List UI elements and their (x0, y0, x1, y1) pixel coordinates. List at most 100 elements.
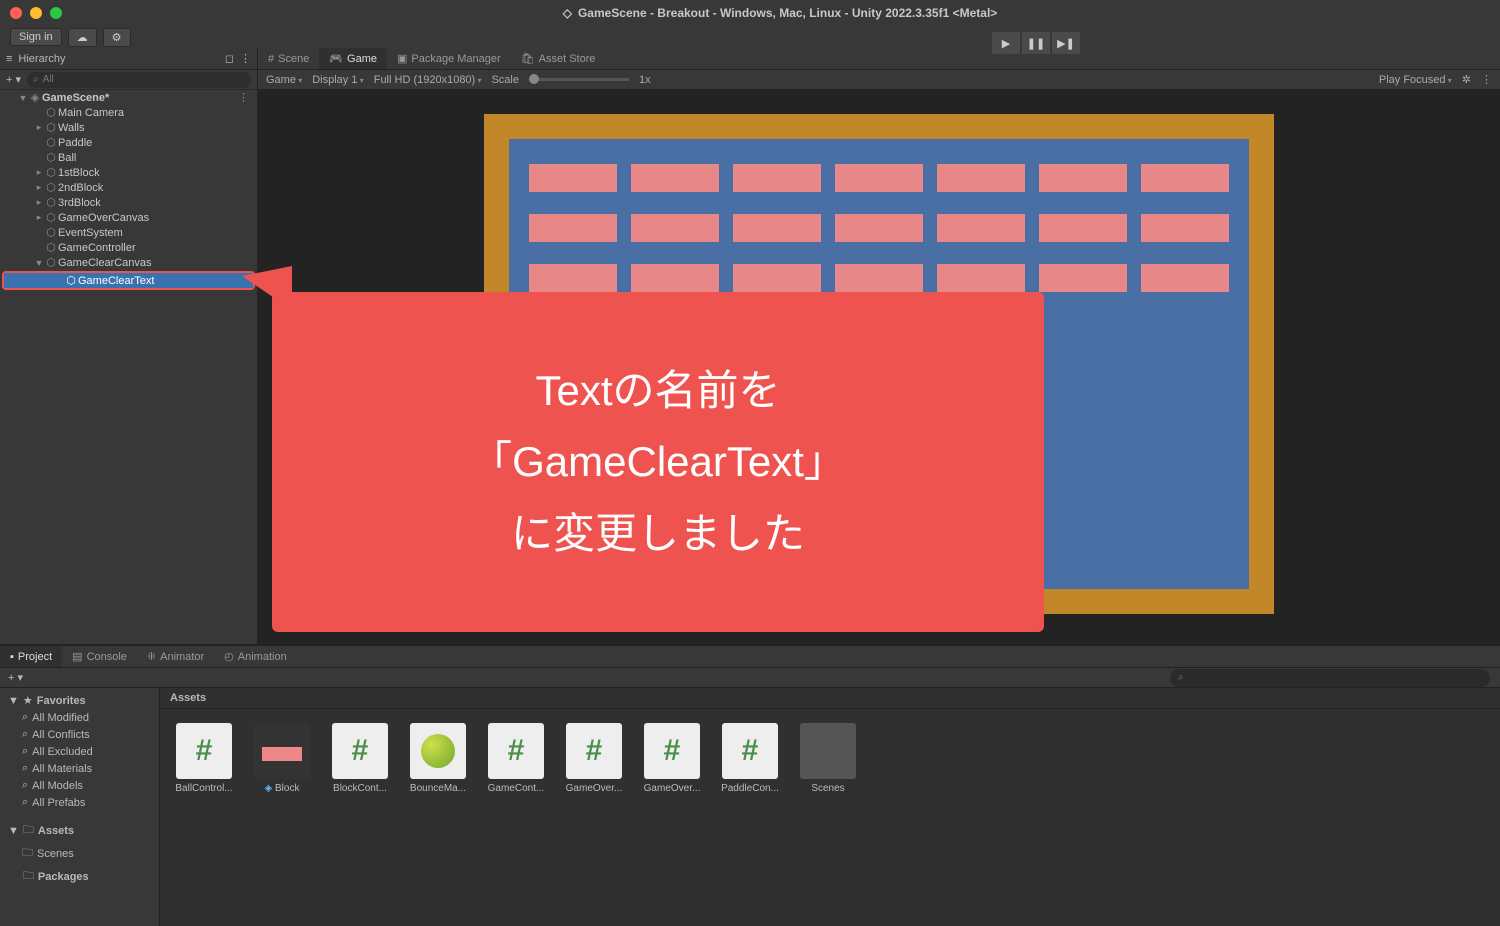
asset-item[interactable]: #GameOver... (564, 723, 624, 912)
maximize-icon[interactable] (50, 7, 62, 19)
asset-item[interactable]: #PaddleCon... (720, 723, 780, 912)
settings-icon[interactable]: ⚙ (103, 28, 131, 47)
minimize-icon[interactable] (30, 7, 42, 19)
script-icon: # (566, 723, 622, 779)
signin-button[interactable]: Sign in (10, 28, 62, 46)
asset-label: ◈ Block (252, 783, 312, 794)
tab-project[interactable]: ▪Project (0, 646, 62, 667)
hierarchy-panel: ≡ Hierarchy ◻ ⋮ + ▾ ⌕ All ▼◈GameScene*⋮ … (0, 48, 258, 644)
fav-item[interactable]: ⌕All Excluded (0, 743, 159, 760)
callout-line3: に変更しました (511, 498, 805, 569)
tree-item[interactable]: ▸⬡Walls (0, 120, 257, 135)
tree-item-selected[interactable]: ⬡GameClearText (4, 273, 253, 288)
asset-item[interactable]: #GameOver... (642, 723, 702, 912)
window-title: ◇ GameScene - Breakout - Windows, Mac, L… (70, 6, 1490, 20)
add-button[interactable]: + ▾ (8, 671, 23, 684)
main-toolbar: Sign in ☁ ⚙ ▶ ❚❚ ▶❚ (0, 26, 1500, 48)
tree-item[interactable]: ▸⬡3rdBlock (0, 195, 257, 210)
tree-item[interactable]: ⬡Main Camera (0, 105, 257, 120)
tree-item[interactable]: ⬡Paddle (0, 135, 257, 150)
tree-item[interactable]: ▸⬡1stBlock (0, 165, 257, 180)
add-button[interactable]: + ▾ (6, 73, 21, 86)
folder-icon: 🗀 (23, 821, 34, 840)
asset-label: GameOver... (642, 783, 702, 794)
script-icon: # (488, 723, 544, 779)
search-icon: ⌕ (1178, 672, 1184, 683)
hierarchy-search-input[interactable]: ⌕ All (27, 72, 251, 88)
folder-icon: ▪ (10, 651, 14, 663)
asset-item[interactable]: BounceMa... (408, 723, 468, 912)
tab-animator[interactable]: ⁜Animator (137, 646, 214, 667)
animator-icon: ⁜ (147, 650, 156, 663)
lock-icon[interactable]: ◻ (225, 52, 234, 65)
asset-item[interactable]: #BlockCont... (330, 723, 390, 912)
project-sidebar[interactable]: ▼★Favorites ⌕All Modified ⌕All Conflicts… (0, 688, 160, 926)
folder-icon (800, 723, 856, 779)
tree-item[interactable]: ⬡GameController (0, 240, 257, 255)
search-icon: ⌕ (22, 711, 28, 724)
search-icon: ⌕ (22, 779, 28, 792)
tab-asset-store[interactable]: 🛍Asset Store (511, 48, 606, 69)
tree-item[interactable]: ▸⬡GameOverCanvas (0, 210, 257, 225)
tutorial-callout: Textの名前を 「GameClearText」 に変更しました (272, 292, 1044, 632)
callout-line2: 「GameClearText」 (470, 426, 846, 497)
asset-item[interactable]: #BallControl... (174, 723, 234, 912)
hierarchy-tree[interactable]: ▼◈GameScene*⋮ ⬡Main Camera ▸⬡Walls ⬡Padd… (0, 90, 257, 644)
packages-folder[interactable]: ▼🗀Packages (0, 865, 159, 888)
pause-button[interactable]: ❚❚ (1022, 32, 1050, 54)
tree-item[interactable]: ⬡EventSystem (0, 225, 257, 240)
titlebar: ◇ GameScene - Breakout - Windows, Mac, L… (0, 0, 1500, 26)
scene-row[interactable]: ▼◈GameScene*⋮ (0, 90, 257, 105)
menu-icon[interactable]: ⋮ (1481, 73, 1492, 86)
fav-item[interactable]: ⌕All Conflicts (0, 726, 159, 743)
step-button[interactable]: ▶❚ (1052, 32, 1080, 54)
store-icon: 🛍 (521, 52, 535, 65)
scale-value: 1x (639, 74, 651, 86)
cloud-icon[interactable]: ☁ (68, 28, 97, 47)
asset-grid[interactable]: #BallControl...◈ Block#BlockCont...Bounc… (160, 709, 1500, 926)
tab-game[interactable]: 🎮Game (319, 48, 387, 69)
close-icon[interactable] (10, 7, 22, 19)
tab-animation[interactable]: ◴Animation (214, 646, 297, 667)
scene-icon: # (268, 53, 274, 65)
game-toolbar: Game Display 1 Full HD (1920x1080) Scale… (258, 70, 1500, 90)
folder-icon: 🗀 (22, 844, 33, 863)
asset-label: PaddleCon... (720, 783, 780, 794)
folder-item[interactable]: 🗀Scenes (0, 842, 159, 865)
highlight-box: ⬡GameClearText (2, 271, 255, 290)
search-icon: ⌕ (22, 796, 28, 809)
tree-item[interactable]: ⬡Ball (0, 150, 257, 165)
play-focused-dropdown[interactable]: Play Focused (1379, 74, 1452, 86)
fav-item[interactable]: ⌕All Materials (0, 760, 159, 777)
assets-folder[interactable]: ▼🗀Assets (0, 819, 159, 842)
tree-item[interactable]: ▸⬡2ndBlock (0, 180, 257, 195)
asset-item[interactable]: ◈ Block (252, 723, 312, 912)
play-button[interactable]: ▶ (992, 32, 1020, 54)
project-search-input[interactable]: ⌕ (1170, 669, 1490, 687)
asset-label: BlockCont... (330, 783, 390, 794)
tree-item[interactable]: ▼⬡GameClearCanvas (0, 255, 257, 270)
fav-item[interactable]: ⌕All Models (0, 777, 159, 794)
material-icon (410, 723, 466, 779)
tab-package-manager[interactable]: ▣Package Manager (387, 48, 511, 69)
mute-icon[interactable]: ✲ (1462, 73, 1471, 86)
tab-scene[interactable]: #Scene (258, 48, 319, 69)
asset-label: Scenes (798, 783, 858, 794)
asset-label: GameCont... (486, 783, 546, 794)
display-dropdown[interactable]: Display 1 (312, 74, 364, 86)
fav-item[interactable]: ⌕All Prefabs (0, 794, 159, 811)
fav-item[interactable]: ⌕All Modified (0, 709, 159, 726)
folder-icon: 🗀 (23, 867, 34, 886)
asset-item[interactable]: # GameCont... (486, 723, 546, 912)
callout-line1: Textの名前を (535, 355, 780, 426)
tab-console[interactable]: ▤Console (62, 646, 137, 667)
favorites-header[interactable]: ▼★Favorites (0, 692, 159, 709)
menu-icon[interactable]: ⋮ (240, 52, 251, 65)
scale-slider[interactable] (529, 78, 629, 81)
asset-item[interactable]: Scenes (798, 723, 858, 912)
breadcrumb[interactable]: Assets (160, 688, 1500, 709)
search-icon: ⌕ (22, 762, 28, 775)
bottom-tabs: ▪Project ▤Console ⁜Animator ◴Animation (0, 646, 1500, 668)
resolution-dropdown[interactable]: Full HD (1920x1080) (374, 74, 482, 86)
game-mode-dropdown[interactable]: Game (266, 74, 302, 86)
